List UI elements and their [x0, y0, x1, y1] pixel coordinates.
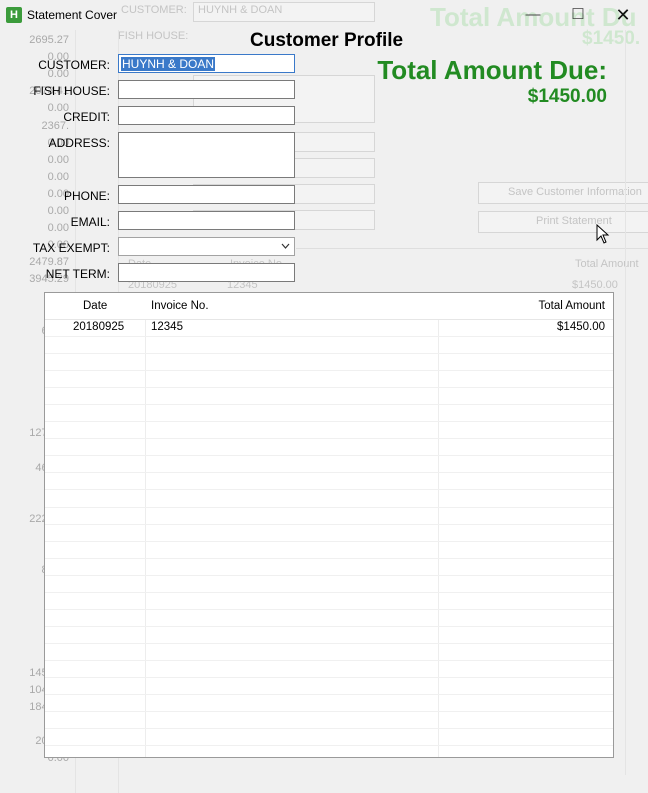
ghost-balance-value: 2695.27 [29, 34, 69, 46]
invoice-grid[interactable]: Date Invoice No. Total Amount 20180925 12… [44, 292, 614, 758]
ghost-balance-value: 0.00 [47, 153, 69, 166]
tax-exempt-label: TAX EXEMPT: [32, 241, 110, 255]
total-amount-value: $1450.00 [527, 86, 607, 107]
ghost-save-label: Save Customer Information [508, 186, 642, 198]
ghost-total-value: $1450. [582, 28, 641, 49]
table-row[interactable] [45, 353, 613, 372]
page-title: Customer Profile [250, 30, 404, 51]
tax-exempt-select[interactable] [118, 237, 295, 256]
cell-date: 20180925 [73, 321, 125, 333]
table-row[interactable] [45, 694, 613, 713]
app-icon: H [6, 7, 22, 23]
table-row[interactable] [45, 438, 613, 457]
customer-value: HUYNH & DOAN [121, 57, 216, 71]
table-row[interactable] [45, 677, 613, 696]
cell-total-amount: $1450.00 [557, 321, 605, 333]
table-row[interactable] [45, 490, 613, 508]
table-row[interactable] [45, 404, 613, 423]
cell-invoice-no: 12345 [151, 321, 183, 333]
column-header-invoice[interactable]: Invoice No. [151, 300, 209, 312]
table-row[interactable] [45, 745, 613, 757]
table-row[interactable] [45, 507, 613, 525]
maximize-button[interactable]: ☐ [555, 0, 601, 30]
table-row[interactable] [45, 626, 613, 644]
table-row[interactable] [45, 370, 613, 389]
table-row[interactable] [45, 421, 613, 440]
chevron-down-icon [281, 243, 290, 249]
table-row[interactable] [45, 558, 613, 576]
fish-house-field[interactable] [118, 80, 295, 99]
customer-label: CUSTOMER: [38, 58, 110, 72]
ghost-balance-value: 0.00 [47, 170, 69, 183]
total-amount-label: Total Amount Due: [377, 55, 607, 85]
table-row[interactable] [45, 592, 613, 610]
customer-field[interactable]: HUYNH & DOAN [118, 54, 295, 73]
table-row[interactable] [45, 609, 613, 627]
ghost-row-amount: $1450.00 [572, 279, 618, 291]
ghost-print-button [478, 211, 648, 233]
table-row[interactable] [45, 643, 613, 661]
ghost-save-button [478, 182, 648, 204]
address-label: ADDRESS: [48, 136, 110, 150]
column-header-total-amount[interactable]: Total Amount [539, 300, 605, 312]
ghost-grid-border [296, 248, 648, 249]
minimize-button[interactable]: — [510, 0, 556, 30]
table-row[interactable] [45, 575, 613, 593]
credit-label: CREDIT: [63, 110, 110, 124]
close-button[interactable]: ✕ [600, 0, 646, 30]
email-field[interactable] [118, 211, 295, 230]
table-row[interactable] [45, 336, 613, 355]
table-row[interactable] [45, 387, 613, 406]
address-field[interactable] [118, 132, 295, 178]
fish-house-label: FISH HOUSE: [33, 84, 110, 98]
table-row[interactable] [45, 660, 613, 678]
credit-field[interactable] [118, 106, 295, 125]
grid-header: Date Invoice No. Total Amount [45, 293, 613, 320]
table-row[interactable] [45, 524, 613, 542]
table-row[interactable] [45, 455, 613, 474]
table-row[interactable] [45, 728, 613, 747]
phone-field[interactable] [118, 185, 295, 204]
mouse-cursor-icon [596, 224, 610, 244]
table-row[interactable] [45, 472, 613, 491]
ghost-label-fish-house: FISH HOUSE: [118, 30, 189, 42]
phone-label: PHONE: [63, 189, 110, 203]
table-row[interactable] [45, 541, 613, 559]
table-row[interactable] [45, 711, 613, 730]
ghost-column-line [625, 30, 626, 775]
ghost-col-amount: Total Amount [575, 258, 639, 270]
window-title: Statement Cover [27, 8, 118, 22]
table-row[interactable]: 20180925 12345 $1450.00 [45, 319, 613, 337]
email-label: EMAIL: [70, 215, 110, 229]
column-header-date[interactable]: Date [83, 300, 107, 312]
net-term-label: NET TERM: [45, 267, 110, 281]
title-bar: H Statement Cover — ☐ ✕ [0, 0, 648, 30]
net-term-field[interactable] [118, 263, 295, 282]
